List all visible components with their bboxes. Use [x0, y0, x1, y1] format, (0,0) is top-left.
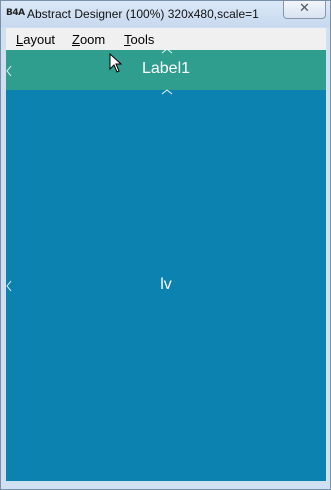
- chevron-up-icon[interactable]: [161, 48, 173, 54]
- close-icon: ✕: [299, 1, 310, 16]
- menu-zoom[interactable]: Zoom: [72, 32, 105, 47]
- chevron-left-icon[interactable]: [6, 65, 12, 77]
- chevron-up-icon[interactable]: [161, 89, 173, 95]
- mouse-pointer-icon: [109, 53, 123, 73]
- menu-tools-label: ools: [130, 32, 155, 47]
- close-button[interactable]: ✕: [283, 1, 326, 19]
- chevron-left-icon[interactable]: [6, 280, 12, 292]
- listview-text: lv: [160, 276, 172, 293]
- title-bar[interactable]: B4A Abstract Designer (100%) 320x480,sca…: [1, 1, 330, 27]
- b4a-app-icon: B4A: [6, 8, 25, 18]
- window-bottom-border: [6, 481, 326, 489]
- menu-layout-label: ayout: [23, 32, 56, 47]
- label1-view[interactable]: Label1: [6, 50, 326, 90]
- window-title: Abstract Designer (100%) 320x480,scale=1: [27, 7, 259, 21]
- menu-zoom-accelerator: Z: [72, 32, 80, 47]
- menu-zoom-label: oom: [79, 32, 106, 47]
- menu-layout[interactable]: Layout: [16, 32, 55, 47]
- label1-text: Label1: [141, 60, 191, 77]
- menu-tools[interactable]: Tools: [124, 32, 154, 47]
- designer-canvas[interactable]: Label1 lv: [6, 48, 326, 481]
- designer-window: B4A Abstract Designer (100%) 320x480,sca…: [0, 0, 331, 490]
